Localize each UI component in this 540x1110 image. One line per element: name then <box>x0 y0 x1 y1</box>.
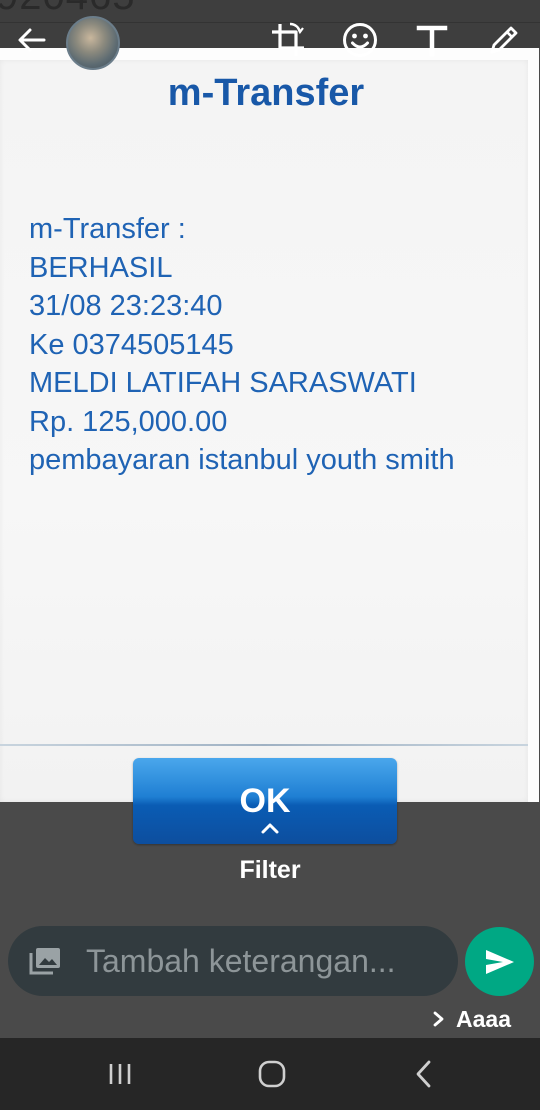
receipt-line: m-Transfer : <box>29 213 186 245</box>
caption-input[interactable] <box>86 936 446 986</box>
filter-label[interactable]: Filter <box>0 856 540 885</box>
recents-icon <box>109 1064 131 1084</box>
chevron-left-icon <box>416 1060 431 1088</box>
system-back-button[interactable] <box>394 1052 454 1096</box>
receipt-line: BERHASIL <box>29 251 173 284</box>
crop-rotate-icon <box>272 22 304 56</box>
chevron-up-icon[interactable] <box>258 818 282 838</box>
receipt-line: MELDI LATIFAH SARASWATI <box>29 367 417 399</box>
receipt-title: m-Transfer <box>167 72 365 114</box>
editor-toolbar <box>0 14 540 70</box>
system-navigation-bar <box>0 1038 540 1110</box>
recents-button[interactable] <box>90 1052 150 1096</box>
pencil-icon <box>490 26 518 54</box>
receipt-message: m-Transfer : BERHASIL 31/08 23:23:40 Ke … <box>29 210 529 480</box>
caption-bar <box>8 926 458 996</box>
chevron-right-icon <box>433 1011 444 1027</box>
receipt-divider <box>0 744 528 746</box>
arrow-left-icon <box>18 28 46 52</box>
text-tool-button[interactable] <box>410 18 454 62</box>
recipient-name: Aaaa <box>456 1005 511 1032</box>
receipt-line: Ke 0374505145 <box>29 328 234 361</box>
contact-avatar[interactable] <box>66 16 120 70</box>
recipient-indicator[interactable]: Aaaa <box>432 1004 511 1034</box>
home-button[interactable] <box>242 1052 302 1096</box>
back-button[interactable] <box>12 20 52 60</box>
draw-button[interactable] <box>482 18 526 62</box>
crop-rotate-button[interactable] <box>266 18 310 62</box>
send-button[interactable] <box>465 927 534 996</box>
receipt-screenshot: m-Transfer m-Transfer : BERHASIL 31/08 2… <box>0 60 529 844</box>
receipt-line: Rp. 125,000.00 <box>29 405 228 438</box>
emoji-button[interactable] <box>338 18 382 62</box>
receipt-line: pembayaran istanbul youth smith <box>29 444 455 476</box>
gallery-icon[interactable] <box>28 946 62 976</box>
send-icon <box>485 949 514 974</box>
image-preview: m-Transfer m-Transfer : BERHASIL 31/08 2… <box>0 48 539 844</box>
receipt-line: 31/08 23:23:40 <box>29 290 223 322</box>
smiley-icon <box>343 23 377 57</box>
text-icon <box>416 25 448 57</box>
home-icon <box>258 1060 286 1088</box>
